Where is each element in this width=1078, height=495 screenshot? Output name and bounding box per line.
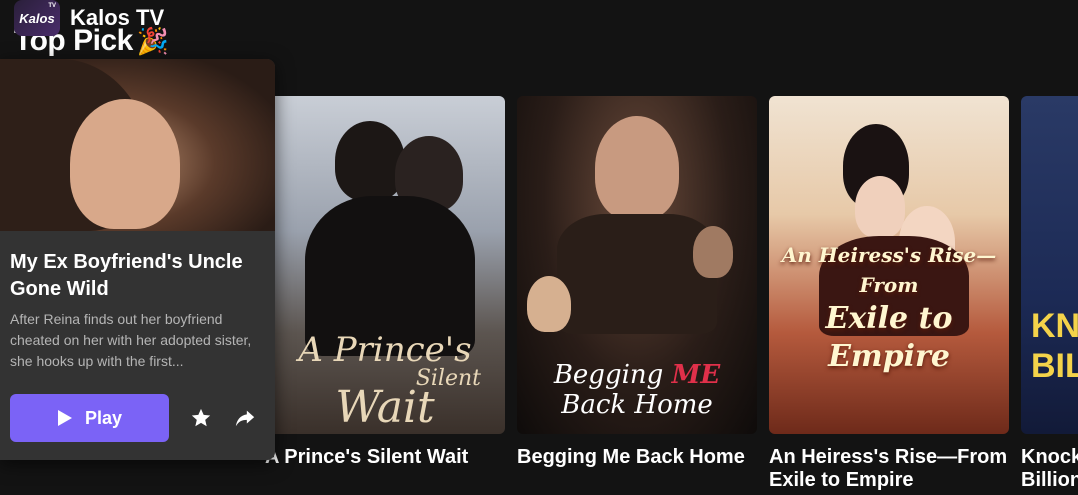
drama-card[interactable]: An Heiress's Rise—From Exile to Empire A… bbox=[769, 96, 1009, 492]
poster-text-line: BILL bbox=[1031, 347, 1078, 385]
poster-text-line: Exile to Empire bbox=[825, 301, 953, 374]
favorite-button[interactable] bbox=[189, 406, 213, 430]
poster-text-line: Begging bbox=[553, 360, 672, 390]
preview-figure bbox=[70, 99, 180, 229]
featured-preview-body: My Ex Boyfriend's Uncle Gone Wild After … bbox=[0, 231, 275, 372]
drama-card[interactable]: Begging ME Back Home Begging Me Back Hom… bbox=[517, 96, 757, 469]
share-button[interactable] bbox=[233, 406, 257, 430]
brand[interactable]: Kalos TV Kalos TV bbox=[14, 0, 164, 36]
poster-figure bbox=[595, 116, 679, 220]
poster-figure bbox=[527, 276, 571, 332]
poster[interactable]: An Heiress's Rise—From Exile to Empire bbox=[769, 96, 1009, 434]
play-label: Play bbox=[84, 407, 123, 428]
play-icon bbox=[57, 410, 72, 426]
drama-card[interactable]: KNO BILL Knock Billion bbox=[1021, 96, 1078, 492]
poster-text-line: ME bbox=[671, 360, 721, 390]
poster-text-line: Wait bbox=[335, 382, 435, 433]
star-icon bbox=[191, 408, 211, 427]
poster-title-art: An Heiress's Rise—From Exile to Empire bbox=[769, 240, 1009, 376]
brand-name: Kalos TV bbox=[70, 5, 165, 30]
play-button[interactable]: Play bbox=[10, 394, 169, 442]
poster-title-art: Begging ME Back Home bbox=[517, 360, 757, 420]
share-icon bbox=[235, 410, 255, 427]
card-title-line: Billion bbox=[1021, 469, 1078, 491]
card-title[interactable]: Begging Me Back Home bbox=[517, 446, 757, 469]
poster-text-line: A Prince's bbox=[298, 330, 472, 370]
card-title-line: Knock bbox=[1021, 446, 1078, 468]
kalos-logo: Kalos TV bbox=[14, 0, 60, 36]
card-title[interactable]: A Prince's Silent Wait bbox=[265, 446, 505, 469]
drama-card[interactable]: A Prince's Silent Wait A Prince's Silent… bbox=[265, 96, 505, 469]
poster-figure bbox=[855, 176, 905, 238]
card-title[interactable]: Knock Billion bbox=[1021, 446, 1078, 492]
featured-preview-card[interactable]: My Ex Boyfriend's Uncle Gone Wild After … bbox=[0, 59, 275, 460]
featured-preview-image[interactable] bbox=[0, 59, 275, 231]
featured-actions: Play bbox=[10, 394, 257, 442]
featured-title[interactable]: My Ex Boyfriend's Uncle Gone Wild bbox=[10, 249, 265, 303]
poster-figure bbox=[693, 226, 733, 278]
poster[interactable]: Begging ME Back Home bbox=[517, 96, 757, 434]
poster-title-art: A Prince's Silent Wait bbox=[265, 330, 505, 433]
logo-text: Kalos bbox=[19, 10, 55, 26]
poster[interactable]: KNO BILL bbox=[1021, 96, 1078, 434]
poster-text-line: Back Home bbox=[561, 390, 713, 420]
poster[interactable]: A Prince's Silent Wait bbox=[265, 96, 505, 434]
logo-badge: TV bbox=[48, 3, 56, 9]
poster-figure bbox=[335, 121, 405, 201]
poster-title-art: KNO BILL bbox=[1031, 306, 1078, 386]
poster-text-line: An Heiress's Rise—From bbox=[781, 243, 997, 297]
card-title[interactable]: An Heiress's Rise—From Exile to Empire bbox=[769, 446, 1009, 492]
featured-description: After Reina finds out her boyfriend chea… bbox=[10, 311, 252, 369]
poster-text-line: KNO bbox=[1031, 307, 1078, 345]
poster-figure bbox=[557, 214, 717, 334]
